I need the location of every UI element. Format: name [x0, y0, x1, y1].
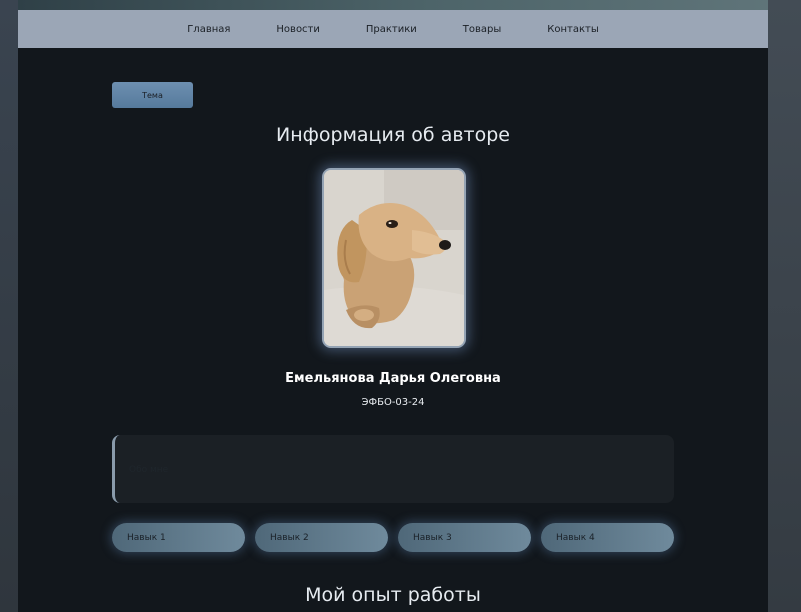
nav-link-products[interactable]: Товары [463, 24, 502, 35]
main-navbar: Главная Новости Практики Товары Контакты [18, 10, 768, 48]
about-me-card: Обо мне [112, 435, 674, 503]
author-full-name: Емельянова Дарья Олеговна [285, 371, 501, 386]
skills-list: Навык 1 Навык 2 Навык 3 Навык 4 [112, 523, 682, 552]
header-banner-strip [18, 0, 768, 10]
skill-pill-2[interactable]: Навык 2 [255, 523, 388, 552]
theme-toggle-button[interactable]: Тема [112, 82, 193, 108]
page-content: Главная Новости Практики Товары Контакты… [18, 0, 768, 612]
nav-link-home[interactable]: Главная [187, 24, 230, 35]
nav-link-practices[interactable]: Практики [366, 24, 417, 35]
nav-link-news[interactable]: Новости [276, 24, 319, 35]
author-group-code: ЭФБО-03-24 [361, 397, 425, 408]
nav-link-contacts[interactable]: Контакты [547, 24, 598, 35]
work-experience-title: Мой опыт работы [305, 584, 481, 606]
right-scroll-gutter [768, 0, 801, 612]
about-me-text: Обо мне [129, 465, 169, 475]
author-photo [322, 168, 466, 348]
left-gutter [0, 0, 18, 612]
skill-pill-4[interactable]: Навык 4 [541, 523, 674, 552]
dog-photo-illustration [324, 170, 464, 346]
author-section-title: Информация об авторе [276, 124, 510, 146]
skill-pill-3[interactable]: Навык 3 [398, 523, 531, 552]
skill-pill-1[interactable]: Навык 1 [112, 523, 245, 552]
